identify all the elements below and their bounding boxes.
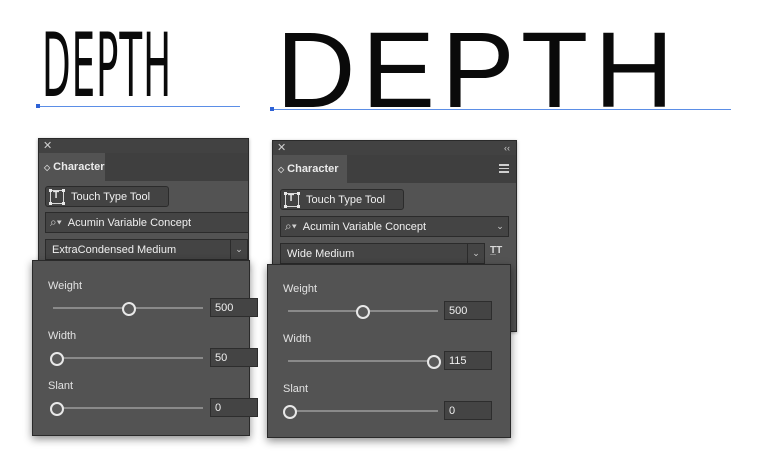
tab-toggle-icon: ◇ xyxy=(44,162,51,172)
touch-type-icon xyxy=(284,191,300,208)
weight-label: Weight xyxy=(48,280,83,292)
width-label: Width xyxy=(283,333,312,345)
touch-type-icon xyxy=(49,188,65,205)
width-slider-track[interactable] xyxy=(288,360,438,362)
slant-slider-track[interactable] xyxy=(53,407,203,409)
font-family-field[interactable]: ⌕▾ Acumin Variable Concept ⌄ xyxy=(280,216,509,237)
slant-slider-track[interactable] xyxy=(288,410,438,412)
width-slider-track[interactable] xyxy=(53,357,203,359)
close-icon[interactable]: ✕ xyxy=(43,140,52,152)
slant-label: Slant xyxy=(283,383,309,395)
panel-menu-icon[interactable] xyxy=(499,164,509,173)
close-icon[interactable]: ✕ xyxy=(277,142,286,154)
panel-tab-row: ◇ Character xyxy=(39,153,248,181)
text-anchor-point[interactable] xyxy=(36,104,40,108)
variable-font-icon[interactable]: T̲T xyxy=(490,245,502,256)
font-search-icon[interactable]: ⌕▾ xyxy=(285,219,297,234)
font-family-value: Acumin Variable Concept xyxy=(67,216,192,229)
touch-type-tool-button[interactable]: Touch Type Tool xyxy=(45,186,169,207)
tab-toggle-icon: ◇ xyxy=(278,164,285,174)
text-anchor-point[interactable] xyxy=(270,107,274,111)
character-panel-left: ✕ ◇ Character Touch Type Tool ⌕▾ Acumin … xyxy=(38,138,249,270)
chevron-down-icon[interactable]: ⌄ xyxy=(492,217,508,236)
slant-slider-thumb[interactable] xyxy=(50,402,64,416)
collapse-icon[interactable]: ‹‹ xyxy=(504,142,510,154)
touch-type-label: Touch Type Tool xyxy=(306,193,386,206)
weight-slider-thumb[interactable] xyxy=(356,305,370,319)
touch-type-tool-button[interactable]: Touch Type Tool xyxy=(280,189,404,210)
tab-label: Character xyxy=(53,161,105,173)
weight-label: Weight xyxy=(283,283,318,295)
font-style-dropdown[interactable]: Wide Medium ⌄ xyxy=(280,243,485,264)
text-baseline xyxy=(38,106,240,107)
font-family-field[interactable]: ⌕▾ Acumin Variable Concept xyxy=(45,212,248,233)
panel-title-bar: ✕ xyxy=(39,139,248,153)
text-baseline xyxy=(272,109,731,110)
font-style-dropdown[interactable]: ExtraCondensed Medium ⌄ xyxy=(45,239,248,260)
chevron-down-icon[interactable]: ⌄ xyxy=(467,244,484,263)
preview-text-condensed: DEPTH xyxy=(42,14,173,117)
font-style-value: Wide Medium xyxy=(287,247,355,260)
width-value-field[interactable]: 50 xyxy=(210,348,258,367)
slant-label: Slant xyxy=(48,380,74,392)
weight-value-field[interactable]: 500 xyxy=(210,298,258,317)
font-search-icon[interactable]: ⌕▾ xyxy=(50,215,62,230)
width-label: Width xyxy=(48,330,77,342)
preview-text-wide: DEPTH xyxy=(276,9,680,130)
weight-value-field[interactable]: 500 xyxy=(444,301,492,320)
weight-slider-thumb[interactable] xyxy=(122,302,136,316)
slant-value-field[interactable]: 0 xyxy=(210,398,258,417)
width-slider-thumb[interactable] xyxy=(50,352,64,366)
touch-type-label: Touch Type Tool xyxy=(71,190,151,203)
font-family-value: Acumin Variable Concept xyxy=(302,220,427,233)
variable-font-sliders-left: Weight 500 Width 50 Slant 0 xyxy=(32,260,258,436)
panel-title-bar: ✕ ‹‹ xyxy=(273,141,516,155)
variable-font-sliders-right: Weight 500 Width 115 Slant 0 xyxy=(267,264,511,438)
tab-character[interactable]: ◇ Character xyxy=(39,153,105,181)
slant-slider-thumb[interactable] xyxy=(283,405,297,419)
panel-tab-row: ◇ Character xyxy=(273,155,516,183)
width-slider-thumb[interactable] xyxy=(427,355,441,369)
slant-value-field[interactable]: 0 xyxy=(444,401,492,420)
tab-character[interactable]: ◇ Character xyxy=(273,155,347,183)
chevron-down-icon[interactable]: ⌄ xyxy=(230,240,247,259)
font-style-value: ExtraCondensed Medium xyxy=(52,243,177,256)
width-value-field[interactable]: 115 xyxy=(444,351,492,370)
tab-label: Character xyxy=(287,163,339,175)
